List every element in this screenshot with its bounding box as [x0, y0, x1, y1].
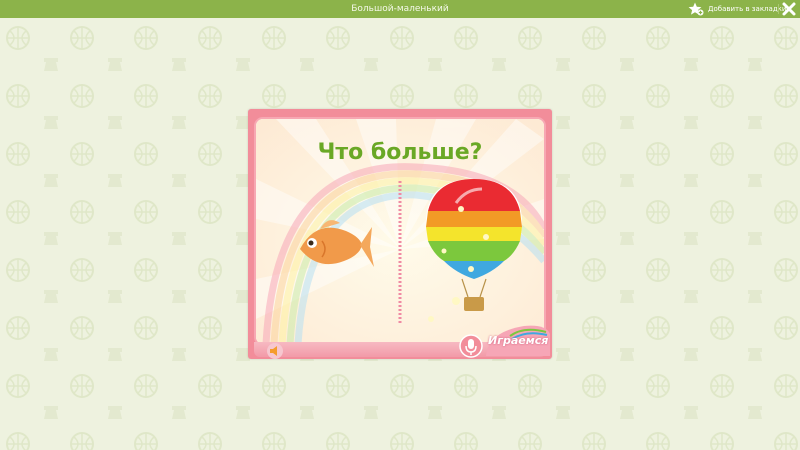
microphone-icon[interactable] — [459, 334, 483, 358]
game-frame: Что больше? — [254, 117, 546, 346]
top-bar: Большой-маленький Добавить в закладки — [0, 0, 800, 18]
divider — [778, 4, 779, 14]
logo: Играемся — [484, 322, 550, 356]
page-title: Большой-маленький — [351, 4, 449, 14]
bookmark-label: Добавить в закладки — [708, 5, 787, 13]
close-icon[interactable] — [781, 1, 797, 17]
star-plus-icon — [688, 2, 704, 16]
game-scene: Что больше? — [256, 119, 544, 344]
speaker-icon[interactable] — [266, 343, 284, 359]
bookmark-button[interactable]: Добавить в закладки — [688, 0, 786, 18]
logo-text: Играемся — [488, 334, 549, 347]
question-text: Что больше? — [318, 140, 483, 165]
